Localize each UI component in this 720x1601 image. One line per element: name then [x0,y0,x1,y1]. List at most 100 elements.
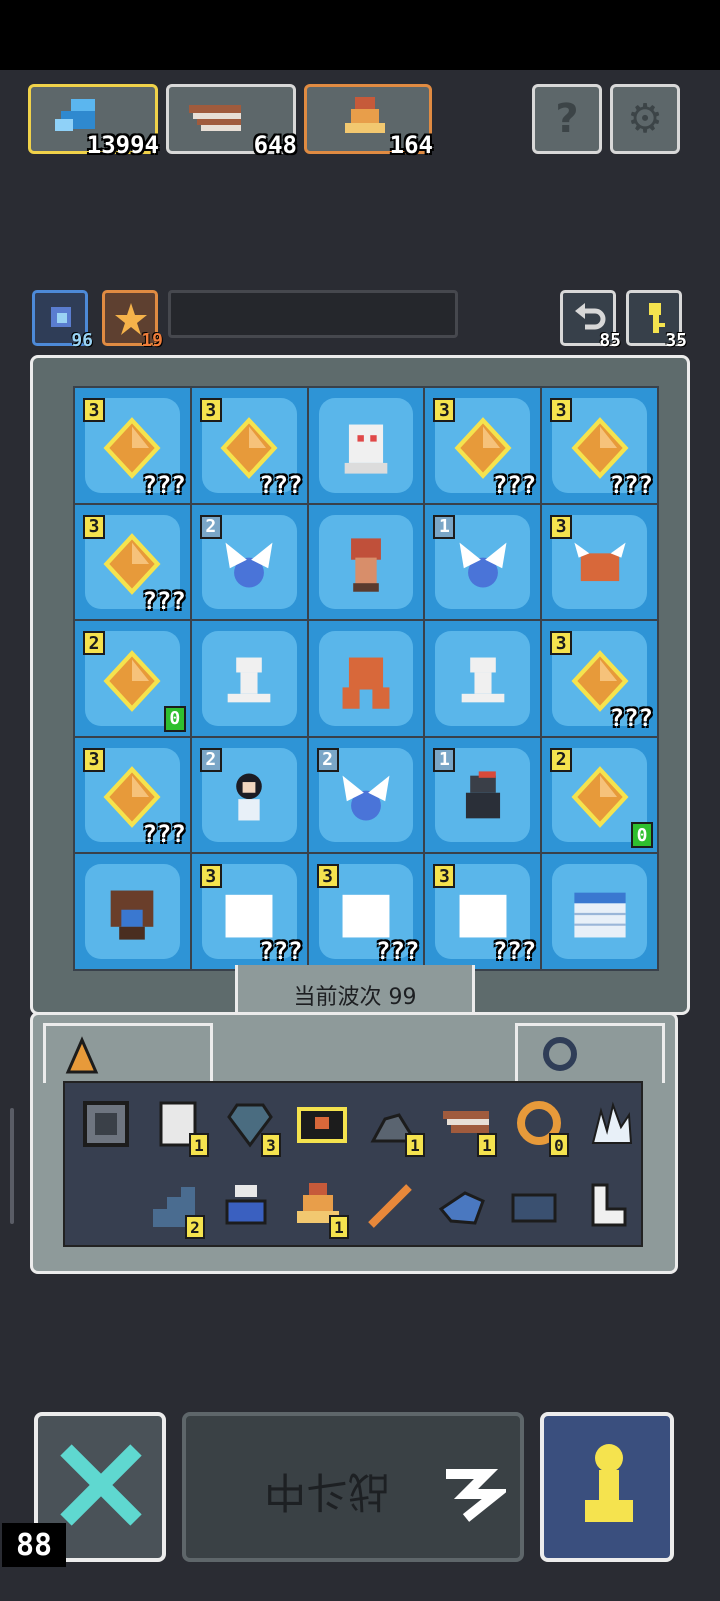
fight-button[interactable]: 战斗中 [182,1412,524,1562]
inventory-item-shield-heart[interactable]: 3 [223,1097,281,1157]
settings-button[interactable]: ⚙ [610,84,680,154]
wall-icon [573,892,626,938]
board-cell[interactable]: 3??? [542,388,657,503]
board-cell[interactable] [542,854,657,969]
planks-counter[interactable]: 648 [166,84,297,159]
level-badge: 3 [316,864,339,889]
board-cell[interactable] [308,621,424,736]
crab-icon [573,542,626,582]
unknown-label: ??? [142,470,186,499]
bells-counter[interactable]: 164 [304,84,433,159]
key-counter[interactable]: 35 [626,290,687,351]
unknown-label: ??? [142,587,186,616]
item-count: 1 [477,1133,497,1157]
bells-value: 164 [389,131,433,159]
board-cell[interactable]: 1 [425,504,541,620]
board-cell[interactable]: 1 [425,737,541,853]
inventory-item-stairs[interactable]: 2 [147,1179,205,1239]
status-bar [0,0,720,70]
inventory-item-fish[interactable] [435,1179,489,1233]
inventory-item-shrimp[interactable]: 0 [511,1097,569,1157]
board-cell[interactable]: 3??? [425,854,541,969]
level-badge: 3 [433,398,456,422]
key-value: 35 [665,330,687,351]
gem-icon [103,649,161,712]
help-button[interactable]: ? [532,84,602,154]
board-cell[interactable] [191,621,307,736]
level-badge: 3 [83,514,105,539]
swap-icon [446,1469,506,1522]
board-cell[interactable]: 2 [191,737,307,853]
tab-rings[interactable] [515,1023,665,1083]
board-cell[interactable]: 3??? [191,388,307,503]
inventory-item-debris[interactable] [507,1179,561,1233]
debris-icon [511,1193,557,1223]
tab-gems[interactable] [43,1023,213,1083]
gems-counter[interactable]: 13994 [28,84,159,159]
level-badge: 3 [550,398,573,422]
close-icon [60,1444,142,1526]
unknown-label: ??? [376,936,420,965]
inventory-item-bell[interactable]: 1 [291,1179,349,1239]
inventory-item-crystal[interactable] [583,1097,637,1151]
character-button[interactable] [540,1412,674,1562]
scrollbar[interactable] [10,1108,14,1224]
board-cell[interactable]: 20 [542,737,657,853]
inventory-item-stick[interactable] [363,1179,417,1233]
inventory-item-box[interactable] [295,1097,349,1151]
unknown-label: ??? [142,820,186,849]
ghost-icon [344,424,388,474]
level-badge: 3 [83,747,105,772]
stick-icon [368,1184,412,1228]
inventory-item-stone[interactable]: 1 [367,1097,425,1157]
inventory-item-cauldron[interactable] [219,1179,273,1233]
boost-counter[interactable]: 96 [32,290,93,351]
inventory-panel: 1 3 1 1 0 2 1 [30,1012,678,1274]
unknown-label: ??? [492,936,537,965]
board-cell[interactable]: 3??? [308,854,424,969]
gem-tab-icon [65,1036,99,1074]
bell-icon [345,97,385,133]
item-count: 0 [549,1133,569,1157]
board-cell[interactable]: 2 [308,737,424,853]
skeleton-icon [461,657,505,703]
inventory-item-cage[interactable] [79,1097,133,1151]
board-cell[interactable]: 3??? [75,388,190,503]
board-cell[interactable]: 3??? [191,854,307,969]
board-cell[interactable] [308,504,424,620]
board-cell[interactable]: 3??? [75,504,190,620]
board-cell[interactable] [308,388,424,503]
gem-icon [571,766,629,829]
board-cell[interactable]: 3??? [425,388,541,503]
wave-progress-bar [168,290,458,338]
level-badge: 3 [199,864,222,889]
board-cell[interactable]: 3??? [542,621,657,736]
board-cell[interactable]: 3 [542,504,657,620]
level-badge: 3 [550,631,573,656]
inventory-item-scroll[interactable]: 1 [151,1097,209,1157]
question-icon: ? [555,96,579,142]
board-cell[interactable]: 3??? [75,737,190,853]
level-badge: 2 [550,747,573,772]
golem-icon [342,657,390,709]
fairy-icon [342,776,390,821]
unknown-label: ??? [609,470,653,499]
board-cell[interactable] [75,854,190,969]
board-cell[interactable]: 2 [191,504,307,620]
fish-icon [438,1191,485,1225]
board-cell[interactable] [425,621,541,736]
inventory-item-boot[interactable] [579,1179,633,1233]
inventory-item-plank[interactable]: 1 [439,1097,497,1157]
level-badge: 1 [433,514,456,539]
cauldron-icon [225,1185,267,1225]
tree-icon [111,890,154,940]
burst-counter[interactable]: 19 [102,290,163,351]
crystal-icon [591,1101,633,1144]
level-badge: 3 [199,398,222,422]
unknown-label: ??? [259,936,303,965]
gear-icon: ⚙ [627,96,663,142]
undo-button[interactable]: 85 [560,290,621,351]
skeleton-icon [227,657,271,703]
bird-icon [465,771,500,819]
board-cell[interactable]: 20 [75,621,190,736]
